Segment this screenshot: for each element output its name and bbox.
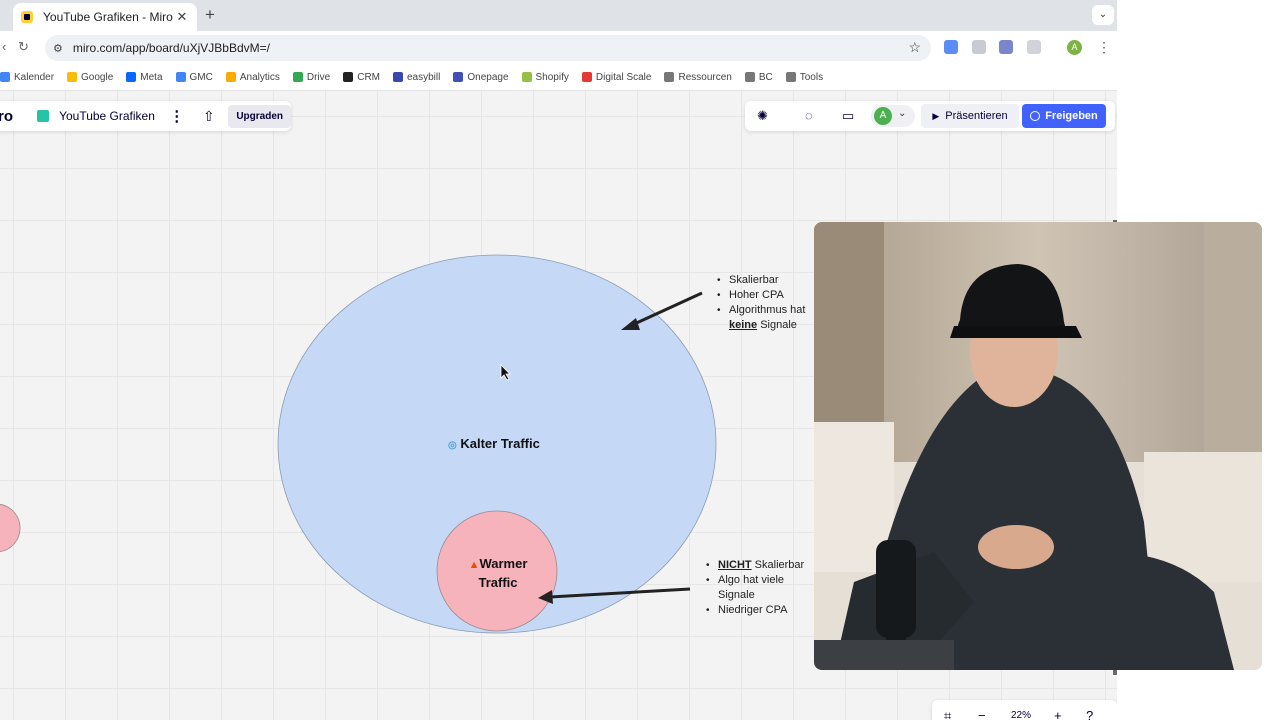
miro-logo[interactable]: ro <box>0 108 25 125</box>
board-menu-icon[interactable]: ⋮ <box>168 107 185 125</box>
zoom-level[interactable]: 22% <box>1011 710 1031 720</box>
warm-note-item: Algo hat viele <box>706 573 816 588</box>
upgrade-button[interactable]: Upgraden <box>228 104 291 128</box>
fire-icon: ▲ <box>468 559 480 571</box>
reactions-icon[interactable]: ✺ <box>757 108 768 124</box>
chevron-down-icon: ⌄ <box>898 108 907 119</box>
board-header-panel: ro YouTube Grafiken ⋮ ⇧ Upgraden <box>0 101 291 131</box>
zoom-out-button[interactable]: − <box>978 708 986 720</box>
warm-note-tail: Skalierbar <box>751 559 805 571</box>
webcam-scene <box>814 222 1262 670</box>
zoom-in-button[interactable]: + <box>1054 708 1062 720</box>
present-label: Präsentieren <box>945 110 1008 122</box>
collaborators-dropdown[interactable]: A ⌄ <box>871 105 915 127</box>
globe-icon: ◎ <box>448 440 457 451</box>
collaborator-avatar: A <box>874 107 892 125</box>
play-icon: ▶ <box>932 110 940 121</box>
fit-screen-icon[interactable]: ⌗ <box>944 708 951 720</box>
collaboration-panel: ✺ ◌ ▭ A ⌄ ▶ Präsentieren Freigeben <box>745 101 1115 131</box>
cold-note-item: Algorithmus hat <box>717 303 827 318</box>
cold-traffic-notes[interactable]: SkalierbarHoher CPAAlgorithmus hatkeine … <box>717 273 827 333</box>
warm-traffic-notes[interactable]: NICHT SkalierbarAlgo hat vieleSignaleNie… <box>706 558 816 618</box>
warm-traffic-text: Warmer Traffic <box>478 556 528 590</box>
cold-traffic-text: Kalter Traffic <box>460 436 540 451</box>
warm-traffic-label: ▲Warmer Traffic <box>462 555 534 591</box>
zoom-controls: ⌗ − 22% + ? <box>932 700 1117 720</box>
warm-note-item: NICHT Skalierbar <box>706 558 816 573</box>
keine-emphasis: keine <box>729 319 758 331</box>
share-label: Freigeben <box>1045 110 1098 122</box>
help-icon[interactable]: ? <box>1086 708 1093 720</box>
cold-note-item: Skalierbar <box>717 273 827 288</box>
share-button[interactable]: Freigeben <box>1022 104 1106 128</box>
cold-note-item: Hoher CPA <box>717 288 827 303</box>
export-icon[interactable]: ⇧ <box>199 108 218 125</box>
present-button[interactable]: ▶ Präsentieren <box>921 104 1019 128</box>
board-icon <box>36 110 50 122</box>
video-call-icon[interactable]: ▭ <box>842 108 854 124</box>
cold-note-continuation: keine Signale <box>717 318 827 333</box>
offscreen-pink-circle[interactable] <box>0 503 21 553</box>
warm-note-item: Signale <box>718 589 755 601</box>
cold-traffic-label: ◎ Kalter Traffic <box>448 436 540 451</box>
chat-icon[interactable]: ◌ <box>805 108 813 123</box>
nicht-emphasis: NICHT <box>718 559 752 571</box>
cold-note-tail: Signale <box>757 319 797 331</box>
warm-note-item: Niedriger CPA <box>706 603 816 618</box>
board-title[interactable]: YouTube Grafiken <box>59 109 158 123</box>
globe-share-icon <box>1030 111 1041 121</box>
webcam-overlay <box>814 222 1262 670</box>
